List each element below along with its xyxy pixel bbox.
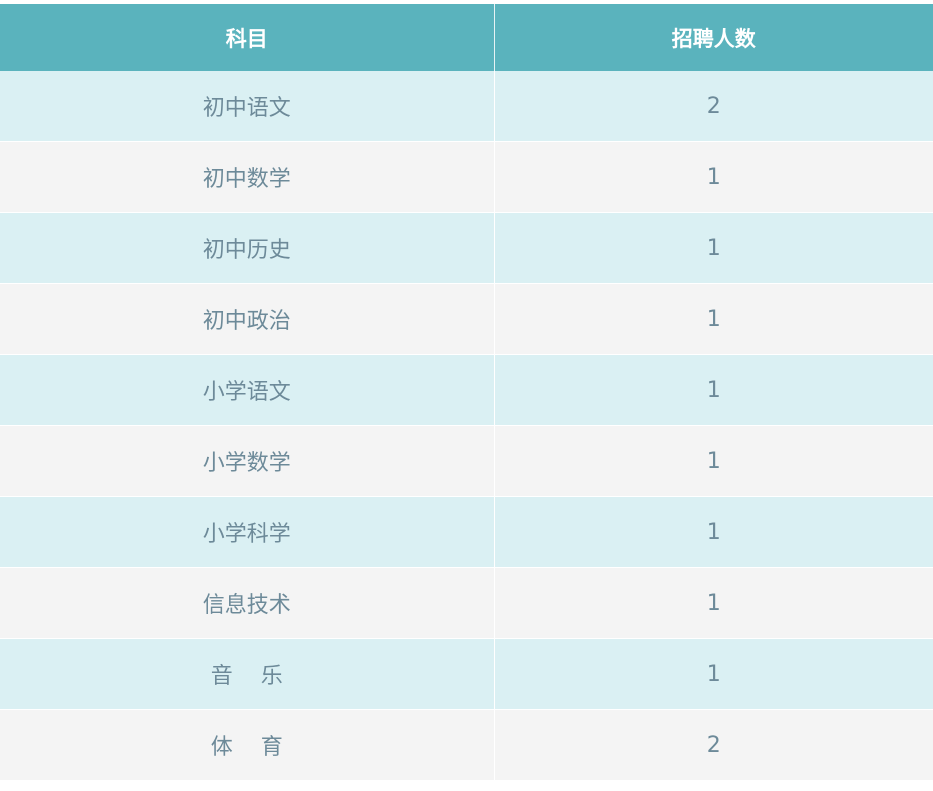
table-row: 小学语文 1 [0, 354, 933, 426]
header-subject: 科目 [0, 4, 495, 71]
subject-cell: 信息技术 [0, 567, 495, 639]
subject-cell: 体 育 [0, 709, 495, 781]
table-row: 初中语文 2 [0, 71, 933, 142]
header-count: 招聘人数 [494, 4, 933, 71]
count-cell: 2 [494, 71, 933, 142]
table-header: 科目 招聘人数 [0, 4, 933, 71]
table-row: 初中政治 1 [0, 283, 933, 355]
count-cell: 1 [494, 354, 933, 426]
subject-cell: 初中政治 [0, 283, 495, 355]
table-body: 初中语文 2 初中数学 1 初中历史 1 初中政治 1 小学语文 1 小学数学 … [0, 71, 933, 781]
subject-cell: 初中历史 [0, 212, 495, 284]
recruitment-table: 科目 招聘人数 初中语文 2 初中数学 1 初中历史 1 初中政治 1 小学语文 [0, 4, 933, 781]
table-row: 初中历史 1 [0, 212, 933, 284]
table-row: 小学数学 1 [0, 425, 933, 497]
table-row: 小学科学 1 [0, 496, 933, 568]
subject-cell: 初中语文 [0, 71, 495, 142]
count-cell: 2 [494, 709, 933, 781]
subject-cell: 小学语文 [0, 354, 495, 426]
count-cell: 1 [494, 141, 933, 213]
subject-cell: 小学数学 [0, 425, 495, 497]
header-row: 科目 招聘人数 [0, 4, 933, 71]
count-cell: 1 [494, 212, 933, 284]
table-row: 音 乐 1 [0, 638, 933, 710]
count-cell: 1 [494, 425, 933, 497]
recruitment-table-container: 科目 招聘人数 初中语文 2 初中数学 1 初中历史 1 初中政治 1 小学语文 [0, 4, 933, 781]
table-row: 体 育 2 [0, 709, 933, 781]
count-cell: 1 [494, 638, 933, 710]
table-row: 初中数学 1 [0, 141, 933, 213]
table-row: 信息技术 1 [0, 567, 933, 639]
count-cell: 1 [494, 567, 933, 639]
subject-cell: 音 乐 [0, 638, 495, 710]
subject-cell: 小学科学 [0, 496, 495, 568]
subject-cell: 初中数学 [0, 141, 495, 213]
count-cell: 1 [494, 496, 933, 568]
count-cell: 1 [494, 283, 933, 355]
